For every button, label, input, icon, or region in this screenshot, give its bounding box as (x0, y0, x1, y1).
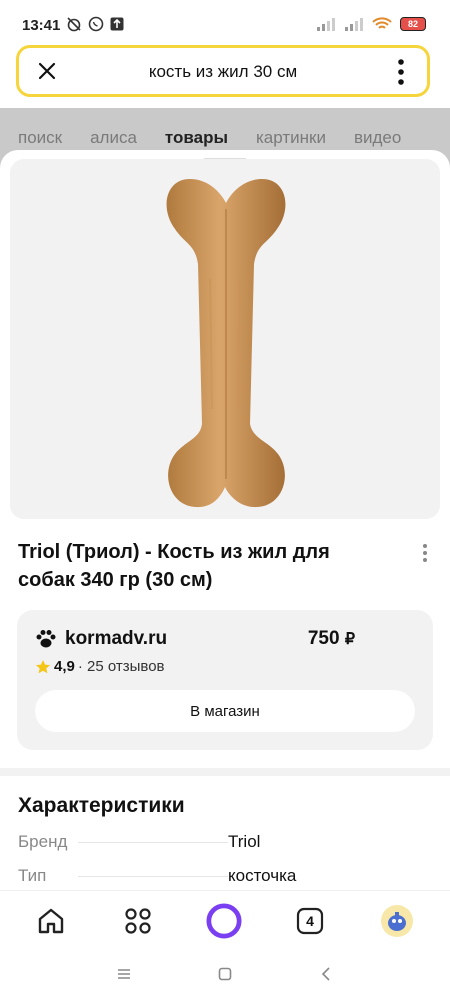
grid-icon (125, 908, 151, 934)
shop-offer-card[interactable]: kormadv.ru 750 ₽ 4,9 · 25 отзывов В мага… (17, 610, 433, 750)
row-divider (78, 842, 228, 843)
characteristics-title: Характеристики (18, 794, 185, 817)
alarm-off-icon (67, 17, 81, 32)
profile-button[interactable] (379, 903, 415, 939)
currency-symbol: ₽ (344, 631, 355, 648)
chevron-left-icon (321, 967, 330, 981)
bone-product-image (166, 179, 286, 508)
status-time: 13:41 (22, 17, 61, 34)
characteristic-value: косточка (228, 866, 297, 885)
row-divider (78, 876, 228, 877)
star-icon (35, 659, 51, 673)
more-vertical-icon[interactable] (422, 543, 428, 563)
signal-icon-2 (345, 18, 363, 31)
go-to-shop-button[interactable]: В магазин (35, 690, 415, 732)
section-divider (0, 768, 450, 776)
characteristic-key: Тип (18, 866, 47, 885)
close-icon[interactable] (37, 61, 57, 81)
product-title[interactable]: Triol (Триол) - Кость из жил для собак 3… (18, 538, 378, 594)
home-system-button[interactable] (215, 964, 235, 984)
alice-icon (206, 903, 242, 939)
alice-button[interactable] (206, 903, 242, 939)
home-button[interactable] (33, 903, 69, 939)
home-icon (38, 908, 64, 934)
paw-icon (36, 630, 56, 648)
system-navigation (0, 950, 450, 1000)
price-value: 750 (307, 628, 340, 649)
whatsapp-icon (88, 16, 104, 32)
characteristic-row: Тип косточка (18, 866, 432, 888)
shop-name[interactable]: kormadv.ru (65, 628, 167, 650)
tabs-count: 4 (306, 913, 314, 929)
rating-value: 4,9 (54, 658, 75, 675)
services-button[interactable] (120, 903, 156, 939)
back-button[interactable] (316, 964, 336, 984)
tab-search[interactable]: поиск (18, 128, 62, 148)
characteristics-section: Характеристики Бренд Triol Тип косточка (0, 776, 450, 894)
square-icon (218, 967, 232, 981)
upload-notification-icon (110, 17, 124, 31)
shop-rating: 4,9 · 25 отзывов (35, 658, 165, 675)
product-image[interactable] (10, 159, 440, 519)
signal-icon (317, 18, 335, 31)
battery-indicator: 82 (400, 17, 426, 31)
bottom-navigation: 4 (0, 890, 450, 951)
recent-apps-button[interactable] (114, 964, 134, 984)
avatar-icon (381, 905, 413, 937)
tab-alice[interactable]: алиса (90, 128, 137, 148)
more-vertical-icon[interactable] (397, 58, 405, 86)
characteristic-value: Triol (228, 832, 261, 851)
offer-price: 750 ₽ (308, 628, 355, 650)
characteristic-key: Бренд (18, 832, 68, 851)
tab-images[interactable]: картинки (256, 128, 326, 148)
characteristic-row: Бренд Triol (18, 832, 432, 854)
reviews-count[interactable]: · 25 отзывов (78, 658, 165, 675)
menu-icon (118, 969, 130, 979)
tab-video[interactable]: видео (354, 128, 401, 148)
status-bar: 13:41 82 (0, 0, 450, 50)
product-sheet: Triol (Триол) - Кость из жил для собак 3… (0, 150, 450, 768)
wifi-icon (372, 17, 392, 29)
search-bar[interactable]: кость из жил 30 см (16, 45, 430, 97)
tabs-button[interactable]: 4 (292, 903, 328, 939)
search-query-text[interactable]: кость из жил 30 см (79, 62, 367, 82)
tab-goods[interactable]: товары (165, 128, 228, 148)
